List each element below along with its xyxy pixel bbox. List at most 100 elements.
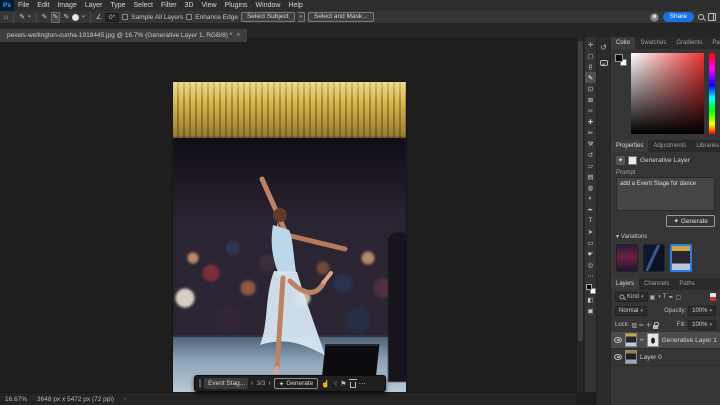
brush-size-picker[interactable] [72,14,79,21]
menu-window[interactable]: Window [252,2,285,9]
dodge-tool[interactable]: ◐ [585,193,597,204]
status-chevron-icon[interactable]: › [124,396,126,403]
lock-pixels-icon[interactable]: ✏ [639,322,644,329]
tab-patterns[interactable]: Patterns [707,37,720,49]
screen-mode-icon[interactable]: ▣ [585,305,597,316]
visibility-eye-icon[interactable] [614,337,622,343]
select-subject-dropdown[interactable]: ▾ [298,12,306,22]
sample-all-layers-checkbox[interactable] [122,14,128,20]
prompt-preview-field[interactable]: Event Stag... [204,378,248,389]
menu-view[interactable]: View [198,2,221,9]
select-subject-button[interactable]: Select Subject [241,12,295,22]
filter-adjustment-icon[interactable]: ◑ [657,294,661,300]
layer-filter-kind[interactable]: Kind ▾ [615,292,648,302]
chevron-down-icon[interactable]: ▾ [28,14,31,20]
canvas-vertical-scrollbar[interactable] [576,37,583,392]
tab-paths[interactable]: Paths [674,278,699,290]
brush-subtract-icon[interactable]: ✎ [63,13,69,22]
eyedropper-tool[interactable]: ✑ [585,105,597,116]
tab-color[interactable]: Color [611,37,635,49]
angle-input[interactable]: 0° [105,13,119,22]
share-button[interactable]: Share [663,12,694,22]
history-panel-icon[interactable]: ↺ [600,43,607,52]
tab-libraries[interactable]: Libraries [691,140,720,152]
filter-smart-object-icon[interactable]: ▢ [676,294,682,301]
layer-row-generative-layer-1[interactable]: ∞ Generative Layer 1 [611,332,720,349]
type-tool[interactable]: T [585,215,597,226]
blur-tool[interactable]: ◍ [585,182,597,193]
menu-type[interactable]: Type [106,2,129,9]
menu-select[interactable]: Select [130,2,157,9]
home-icon[interactable]: ⌂ [4,13,8,22]
opacity-select[interactable]: 100% ▾ [688,306,716,316]
eraser-tool[interactable]: ▱ [585,160,597,171]
close-icon[interactable]: × [236,32,240,39]
hand-tool[interactable]: ☛ [585,248,597,259]
menu-image[interactable]: Image [53,2,80,9]
layer-row-layer-0[interactable]: Layer 0 [611,349,720,366]
quick-mask-icon[interactable]: ◧ [585,294,597,305]
enhance-edge-checkbox[interactable] [186,14,192,20]
variation-thumbnail-2[interactable] [643,244,665,272]
edit-toolbar-icon[interactable]: ⋯ [585,270,597,281]
select-and-mask-button[interactable]: Select and Mask... [308,12,373,22]
workspace-switcher-icon[interactable] [708,13,716,21]
generate-button-panel[interactable]: ✦ Generate [666,215,715,227]
comments-panel-icon[interactable] [600,60,608,66]
variation-thumbnail-3-selected[interactable] [670,244,692,272]
blend-mode-select[interactable]: Normal ▾ [615,306,647,316]
fill-select[interactable]: 100% ▾ [688,320,716,330]
color-panel-swatches[interactable] [615,54,627,66]
tab-layers[interactable]: Layers [611,278,639,290]
shape-tool[interactable]: ▭ [585,237,597,248]
menu-layer[interactable]: Layer [81,2,107,9]
brush-add-icon[interactable]: ✎ [51,12,61,23]
thumbs-up-icon[interactable]: ☝ [321,380,330,388]
layer-name[interactable]: Generative Layer 1 [662,337,717,344]
layer-name[interactable]: Layer 0 [640,354,662,361]
menu-edit[interactable]: Edit [33,2,53,9]
tab-swatches[interactable]: Swatches [635,37,671,49]
generate-button[interactable]: ✦ Generate [274,378,319,389]
taskbar-drag-handle[interactable] [199,379,201,388]
menu-plugins[interactable]: Plugins [221,2,252,9]
user-avatar[interactable] [650,13,659,22]
chevron-down-icon[interactable]: ▾ [82,14,85,20]
tab-gradients[interactable]: Gradients [671,37,707,49]
previous-variation-icon[interactable]: ‹ [251,380,253,387]
zoom-tool[interactable]: ◎ [585,259,597,270]
lock-transparency-icon[interactable]: ▨ [631,322,637,329]
marquee-tool[interactable]: ▢ [585,50,597,61]
healing-tool[interactable]: ✚ [585,116,597,127]
pen-tool[interactable]: ✒ [585,204,597,215]
layer-filter-toggle[interactable] [710,293,716,301]
gradient-tool[interactable]: ▤ [585,171,597,182]
search-icon[interactable] [698,14,704,20]
menu-help[interactable]: Help [284,2,306,9]
lock-position-icon[interactable]: ✛ [646,322,651,329]
delete-icon[interactable] [350,382,356,388]
report-flag-icon[interactable]: ⚑ [340,380,346,388]
selection-brush-tool[interactable]: ✎ [585,72,597,83]
menu-file[interactable]: File [14,2,33,9]
brush-tool[interactable]: ✏ [585,127,597,138]
scrollbar-thumb[interactable] [578,41,583,341]
brush-new-icon[interactable]: ✎ [42,13,48,22]
filter-type-icon[interactable]: T [663,294,667,300]
foreground-background-swatches[interactable] [586,284,596,294]
lock-all-icon[interactable] [653,325,658,329]
tab-channels[interactable]: Channels [639,278,674,290]
more-options-icon[interactable]: ⋯ [359,380,366,388]
layer-thumbnail[interactable] [625,350,637,364]
saturation-brightness-field[interactable] [631,53,704,134]
frame-tool[interactable]: ⊠ [585,94,597,105]
layer-mask-thumbnail[interactable] [647,333,659,347]
lasso-tool[interactable]: ϱ [585,61,597,72]
document-tab[interactable]: pexels-wellington-cunha-1918445.jpg @ 16… [0,29,247,42]
tool-preset-icon[interactable]: ✎ [19,13,25,22]
filter-pixel-icon[interactable]: ▣ [650,294,656,301]
menu-filter[interactable]: Filter [157,2,181,9]
prompt-textarea[interactable]: add a Event Stage for dance [616,177,715,211]
move-tool[interactable]: ✛ [585,39,597,50]
hue-slider[interactable] [709,53,715,134]
